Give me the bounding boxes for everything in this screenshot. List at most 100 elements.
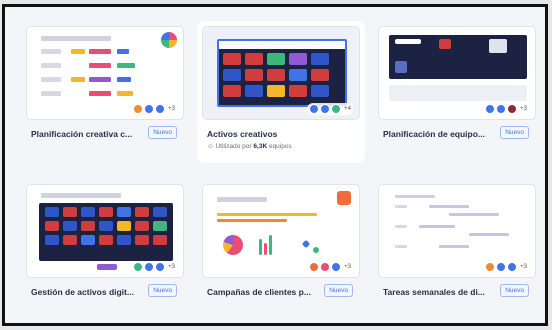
new-badge: Nuevo: [148, 126, 177, 139]
usage-info: ☺ Utilizado por 6,3K equipos: [207, 143, 292, 150]
gantt-label: [395, 205, 407, 208]
template-card-weekly-tasks[interactable]: +3 Tareas semanales de di... Nuevo: [373, 179, 541, 321]
gantt-label: [395, 225, 407, 228]
template-title: Gestión de activos digit...: [31, 287, 134, 297]
thumb-header: [217, 197, 267, 202]
avatar: [331, 262, 342, 272]
avatar: [133, 262, 144, 272]
asset-tile: [81, 221, 95, 231]
avatar: [133, 104, 144, 114]
avatar: [485, 262, 496, 272]
collaborator-avatars: +4: [307, 103, 353, 115]
avatar: [496, 262, 507, 272]
avatar: [320, 104, 331, 114]
avatar-more-count: +4: [344, 106, 351, 112]
thumb-row: [89, 91, 111, 96]
asset-tile: [223, 85, 241, 97]
usage-prefix: Utilizado por: [215, 143, 252, 150]
template-gallery-frame: +3 Planificación creativa c... Nuevo +4 …: [2, 4, 548, 326]
template-thumbnail: +3: [379, 185, 535, 277]
collaborator-avatars: +3: [131, 103, 177, 115]
asset-tile: [63, 235, 77, 245]
template-card-digital-assets[interactable]: +3 Gestión de activos digit... Nuevo: [21, 179, 189, 321]
thumb-header: [41, 193, 121, 198]
asset-tile: [45, 221, 59, 231]
logo-icon: [161, 32, 177, 48]
board-label: [395, 39, 421, 44]
asset-tile: [289, 85, 307, 97]
template-title: Activos creativos: [207, 129, 278, 139]
template-card-client-campaigns[interactable]: +3 Campañas de clientes p... Nuevo: [197, 179, 365, 321]
thumb-row: [117, 77, 131, 82]
asset-tile: [223, 53, 241, 65]
board-tile: [395, 61, 407, 73]
thumb-row: [117, 91, 133, 96]
new-badge: Nuevo: [324, 284, 353, 297]
collaborator-avatars: +3: [483, 103, 529, 115]
thumb-header: [395, 195, 435, 198]
collaborator-avatars: +3: [483, 261, 529, 273]
asset-tile: [311, 69, 329, 81]
board-tile: [489, 39, 507, 53]
board-preview-header: [219, 41, 345, 49]
avatar-more-count: +3: [168, 264, 175, 270]
asset-tile: [45, 207, 59, 217]
avatar: [309, 104, 320, 114]
new-badge: Nuevo: [500, 126, 529, 139]
template-card-team-planning[interactable]: +3 Planificación de equipo... Nuevo: [373, 21, 541, 163]
collaborator-avatars: +3: [307, 261, 353, 273]
asset-tile: [45, 235, 59, 245]
asset-tile: [289, 69, 307, 81]
template-title: Planificación creativa c...: [31, 129, 133, 139]
avatar: [507, 262, 518, 272]
avatar: [331, 104, 342, 114]
gantt-bar: [419, 225, 455, 228]
gantt-bar: [469, 233, 509, 236]
template-thumbnail: +3: [27, 185, 183, 277]
avatar: [320, 262, 331, 272]
asset-tile: [245, 53, 263, 65]
team-icon: ☺: [207, 143, 214, 150]
thumb-row: [89, 77, 111, 82]
asset-tile: [135, 207, 149, 217]
template-thumbnail: +3: [379, 27, 535, 119]
template-card-creative-assets[interactable]: +4 Activos creativos ☺ Utilizado por 6,3…: [197, 21, 365, 163]
avatar: [155, 262, 166, 272]
template-title: Tareas semanales de di...: [383, 287, 485, 297]
avatar: [485, 104, 496, 114]
asset-tile: [245, 85, 263, 97]
thumb-row: [117, 49, 129, 54]
avatar: [507, 104, 518, 114]
gantt-bar: [439, 245, 469, 248]
asset-tile: [63, 207, 77, 217]
thumb-row: [89, 63, 111, 68]
thumb-header: [41, 36, 111, 41]
board-strip: [389, 85, 527, 101]
thumb-row: [41, 77, 61, 82]
shape-widget: [301, 239, 311, 249]
asset-tile: [223, 69, 241, 81]
asset-tile: [153, 207, 167, 217]
asset-tile: [135, 235, 149, 245]
thumb-row: [89, 49, 111, 54]
asset-tile: [267, 69, 285, 81]
asset-tile: [267, 53, 285, 65]
timeline-bar: [217, 213, 317, 216]
asset-tile: [63, 221, 77, 231]
bar-widget: [269, 235, 272, 255]
avatar-more-count: +3: [520, 264, 527, 270]
thumb-row: [41, 91, 61, 96]
thumb-row: [117, 63, 135, 68]
asset-tile: [99, 235, 113, 245]
board-tile: [439, 39, 451, 49]
usage-suffix: equipos: [268, 143, 292, 150]
shape-widget: [313, 247, 319, 253]
timeline-bar: [217, 219, 287, 222]
usage-count: 6,3K: [253, 143, 268, 150]
asset-tile: [267, 85, 285, 97]
avatar-more-count: +3: [520, 106, 527, 112]
template-thumbnail: +3: [203, 185, 359, 277]
template-card-creative-planning[interactable]: +3 Planificación creativa c... Nuevo: [21, 21, 189, 163]
asset-tile: [81, 235, 95, 245]
asset-tile: [117, 235, 131, 245]
